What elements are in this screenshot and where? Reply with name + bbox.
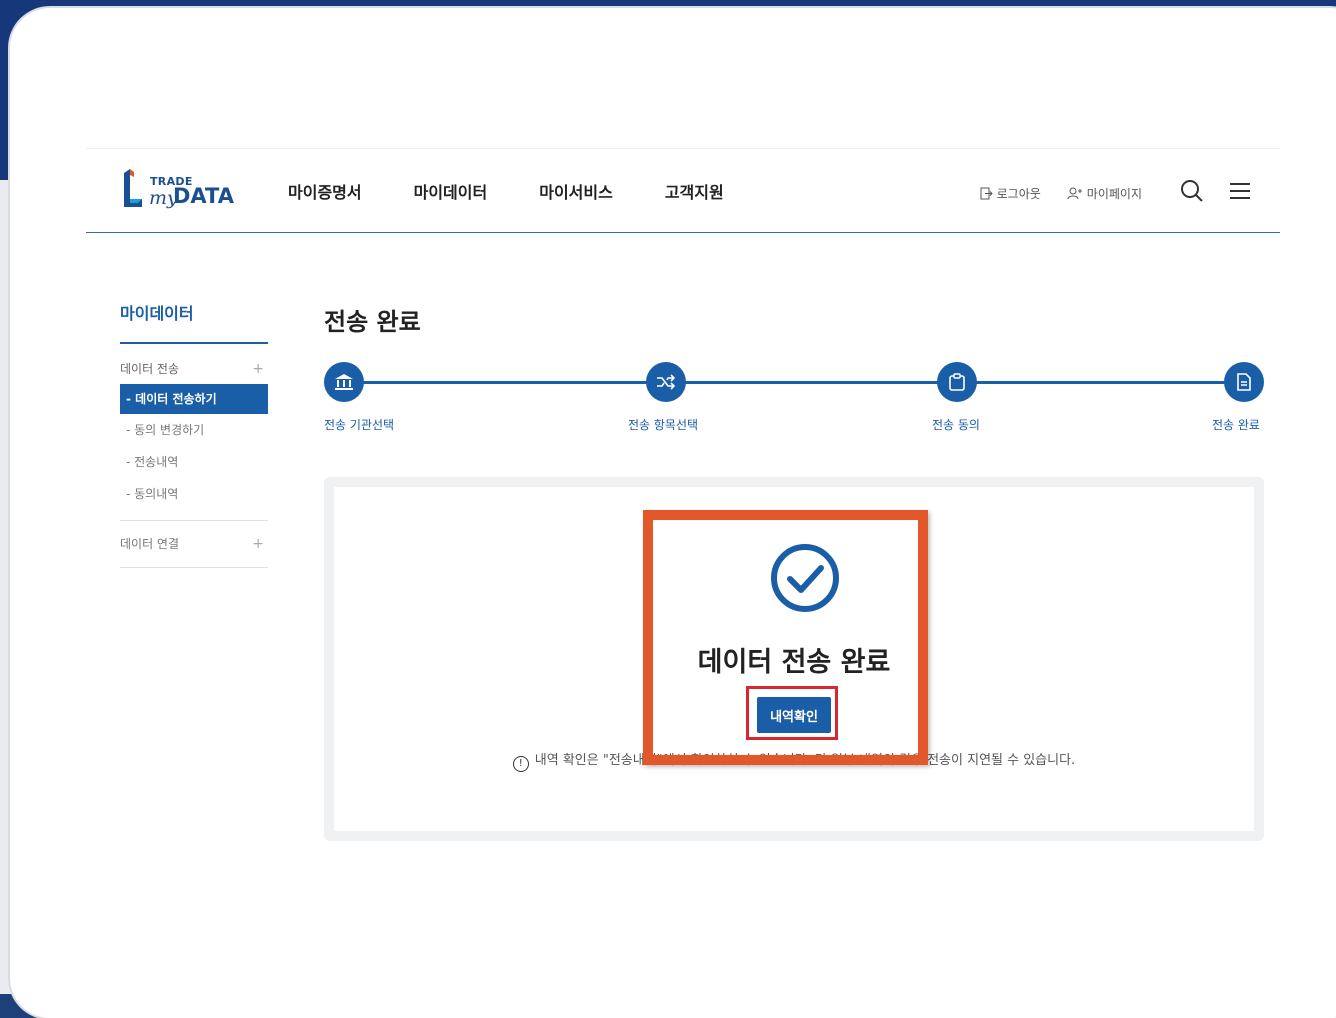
utility-menu: 로그아웃 마이페이지 [980, 179, 1252, 207]
sidebar-item-data-transfer[interactable]: - 데이터 전송하기 [120, 384, 268, 414]
sidebar-group-label: 데이터 전송 [120, 362, 180, 376]
sidebar-item-transfer-history[interactable]: - 전송내역 [120, 446, 268, 478]
hamburger-menu-icon [1230, 183, 1250, 199]
search-icon [1181, 180, 1203, 202]
sidebar-group-data-transfer[interactable]: 데이터 전송 + [120, 354, 268, 384]
step-3-icon [937, 362, 977, 402]
step-2-icon [646, 362, 686, 402]
annotation-highlight-box [643, 510, 928, 765]
step-3-label: 전송 동의 [932, 418, 980, 432]
sidebar-divider [120, 510, 268, 521]
logo-data-text: DATA [173, 184, 235, 208]
page-title: 전송 완료 [324, 308, 421, 336]
sidebar-item-consent-history[interactable]: - 동의내역 [120, 478, 268, 510]
progress-steps: 전송 기관선택 전송 항목선택 전송 동의 전송 완료 [324, 362, 1264, 442]
sidebar-group-label: 데이터 연결 [120, 537, 180, 551]
shuffle-icon [657, 374, 676, 390]
progress-line [344, 381, 1244, 384]
step-4-label: 전송 완료 [1212, 418, 1260, 432]
mypage-label: 마이페이지 [1086, 186, 1142, 201]
expand-icon: + [252, 361, 264, 377]
nav-my-service[interactable]: 마이서비스 [539, 179, 613, 203]
nav-customer-support[interactable]: 고객지원 [665, 179, 724, 203]
bank-icon [335, 374, 353, 390]
step-1-label: 전송 기관선택 [324, 418, 395, 432]
sidebar-item-consent-change[interactable]: - 동의 변경하기 [120, 414, 268, 446]
logo-mark-icon [124, 169, 142, 207]
sidebar-title: 마이데이터 [120, 300, 268, 344]
sidebar: 마이데이터 데이터 전송 + - 데이터 전송하기 - 동의 변경하기 - 전송… [120, 300, 268, 568]
user-icon [1067, 187, 1082, 199]
nav-my-data[interactable]: 마이데이터 [414, 179, 488, 203]
clipboard-icon [949, 373, 965, 391]
menu-button[interactable] [1228, 181, 1252, 205]
logout-icon [980, 187, 993, 199]
document-icon [1237, 373, 1251, 391]
sidebar-group-data-connect[interactable]: 데이터 연결 + [120, 521, 268, 568]
search-button[interactable] [1180, 179, 1204, 207]
step-1-icon [324, 362, 364, 402]
trade-mydata-logo[interactable]: TRADE my DATA [118, 169, 238, 211]
logout-label: 로그아웃 [996, 186, 1041, 201]
logout-link[interactable]: 로그아웃 [980, 185, 1041, 202]
step-2-label: 전송 항목선택 [628, 418, 699, 432]
step-4-icon [1224, 362, 1264, 402]
site-header: TRADE my DATA 마이증명서 마이데이터 마이서비스 고객지원 로그아… [86, 148, 1280, 233]
nav-my-certificate[interactable]: 마이증명서 [288, 179, 362, 203]
mypage-link[interactable]: 마이페이지 [1067, 185, 1142, 202]
expand-icon: + [252, 536, 264, 552]
main-nav: 마이증명서 마이데이터 마이서비스 고객지원 [288, 179, 776, 203]
browser-frame: TRADE my DATA 마이증명서 마이데이터 마이서비스 고객지원 로그아… [10, 8, 1336, 1018]
info-icon: ! [512, 756, 529, 772]
